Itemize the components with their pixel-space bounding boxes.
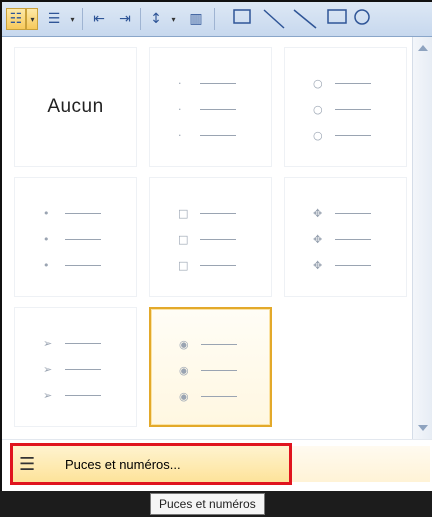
hollow-square-icon: □ <box>178 232 189 246</box>
bullet-style-gallery: Aucun · · · ○ ○ ○ • • • □ □ □ ✥ ✥ ✥ ➢ ➢ … <box>2 37 412 439</box>
small-dot-icon: · <box>178 102 182 116</box>
hollow-square-icon: □ <box>178 258 189 272</box>
four-diamonds-icon: ✥ <box>313 258 323 272</box>
text-columns-icon: ▥ <box>189 11 203 27</box>
bullet-style-four-diamonds[interactable]: ✥ ✥ ✥ <box>284 177 407 297</box>
ribbon-paragraph-toolbar: ☷ ▾ ☰ ▾ ⇤ ⇥ ↕ ▾ ▥ <box>2 2 432 37</box>
numbering-button[interactable]: ☰ <box>42 8 66 30</box>
bullet-style-filled-dot[interactable]: • • • <box>14 177 137 297</box>
filled-dot-icon: • <box>43 232 50 246</box>
gallery-scrollbar[interactable] <box>412 37 432 439</box>
hollow-circle-icon: ○ <box>313 128 323 142</box>
four-diamonds-icon: ✥ <box>313 232 323 246</box>
toolbar-separator <box>214 8 215 30</box>
list-icon: ☰ <box>19 453 36 475</box>
bullets-button[interactable]: ☷ <box>6 8 26 30</box>
target-bullet-icon: ◉ <box>179 389 189 403</box>
hollow-circle-icon: ○ <box>313 76 323 90</box>
bullet-style-arrow[interactable]: ➢ ➢ ➢ <box>14 307 137 427</box>
scroll-up-icon[interactable] <box>418 45 428 51</box>
filled-dot-icon: • <box>43 206 50 220</box>
bullet-style-small-dot[interactable]: · · · <box>149 47 272 167</box>
bullet-style-none[interactable]: Aucun <box>14 47 137 167</box>
hollow-circle-icon: ○ <box>313 102 323 116</box>
arrow-bullet-icon: ➢ <box>43 362 53 376</box>
increase-indent-button[interactable]: ⇥ <box>114 8 136 30</box>
text-columns-button[interactable]: ▥ <box>184 8 208 30</box>
line-spacing-button[interactable]: ↕ <box>145 8 167 30</box>
filled-dot-icon: • <box>43 258 50 272</box>
line-spacing-dropdown-button[interactable]: ▾ <box>167 8 179 30</box>
tooltip: Puces et numéros <box>150 493 265 515</box>
bullets-icon: ☷ <box>9 11 23 27</box>
bullets-and-numbering-menu-item[interactable]: ☰ Puces et numéros... <box>10 443 292 485</box>
small-dot-icon: · <box>178 76 182 90</box>
bullet-style-hollow-square[interactable]: □ □ □ <box>149 177 272 297</box>
increase-indent-icon: ⇥ <box>119 11 131 27</box>
numbering-icon: ☰ <box>47 11 61 27</box>
hollow-square-icon: □ <box>178 206 189 220</box>
line-spacing-icon: ↕ <box>150 11 162 27</box>
gallery-menu-area: ☰ Puces et numéros... <box>2 439 432 492</box>
arrow-bullet-icon: ➢ <box>43 336 53 350</box>
chevron-down-icon: ▾ <box>171 14 176 24</box>
chevron-down-icon: ▾ <box>70 14 75 24</box>
four-diamonds-icon: ✥ <box>313 206 323 220</box>
chevron-down-icon: ▾ <box>30 14 35 24</box>
menu-item-label: Puces et numéros... <box>65 456 181 472</box>
decrease-indent-icon: ⇤ <box>93 11 105 27</box>
numbering-dropdown-button[interactable]: ▾ <box>66 8 78 30</box>
scroll-down-icon[interactable] <box>418 425 428 431</box>
arrow-bullet-icon: ➢ <box>43 388 53 402</box>
none-label: Aucun <box>47 96 104 117</box>
bullet-style-hollow-circle[interactable]: ○ ○ ○ <box>284 47 407 167</box>
bullets-dropdown-button[interactable]: ▾ <box>26 8 38 30</box>
toolbar-separator <box>140 8 141 30</box>
target-bullet-icon: ◉ <box>179 337 189 351</box>
decrease-indent-button[interactable]: ⇤ <box>88 8 110 30</box>
target-bullet-icon: ◉ <box>179 363 189 377</box>
shapes-gallery-icon[interactable] <box>232 8 432 30</box>
bullet-style-target-selected[interactable]: ◉ ◉ ◉ <box>149 307 272 427</box>
small-dot-icon: · <box>178 128 182 142</box>
toolbar-separator <box>82 8 83 30</box>
menu-item-hover-background <box>292 446 430 482</box>
